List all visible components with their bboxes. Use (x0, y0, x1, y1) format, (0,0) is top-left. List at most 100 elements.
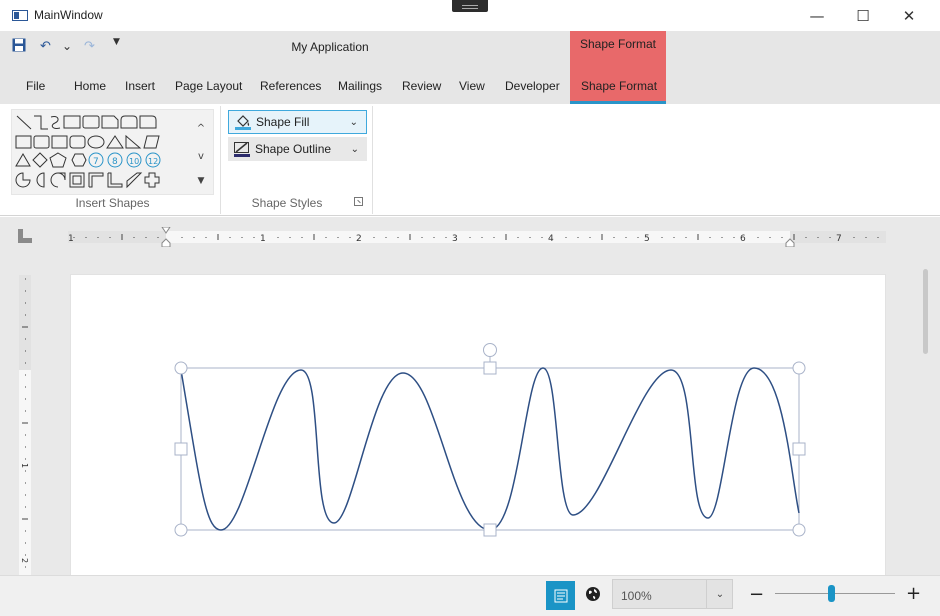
tab-insert[interactable]: Insert (125, 79, 155, 93)
rectangle-2-icon[interactable] (15, 135, 32, 149)
title-bar: MainWindow — ☐ ✕ (0, 0, 940, 31)
chevron-down-icon[interactable]: ⌄ (706, 580, 733, 608)
rectangle-3-icon[interactable] (51, 135, 68, 149)
tab-stop-selector-icon[interactable] (18, 229, 32, 243)
shape-outline-button[interactable]: Shape Outline ⌄ (228, 137, 367, 161)
ribbon-header: ↶ ⌄ ↷ ▼ My Application Shape Format File… (0, 31, 940, 104)
pen-outline-icon (233, 141, 251, 157)
insert-shapes-group-label: Insert Shapes (75, 196, 150, 210)
ruler-number: 2 (20, 558, 29, 563)
ruler-number: 7 (836, 234, 842, 244)
ruler-number: 1 (68, 234, 74, 244)
half-frame-icon[interactable] (88, 172, 104, 188)
round-corner-rectangle-icon[interactable] (120, 115, 138, 129)
resize-handle-top[interactable] (483, 361, 497, 375)
resize-handle-bottom-left[interactable] (174, 523, 188, 537)
tab-file[interactable]: File (26, 79, 45, 93)
tab-shape-format[interactable]: Shape Format (581, 79, 657, 93)
elbow-connector-icon[interactable] (34, 115, 48, 130)
parallelogram-icon[interactable] (143, 135, 160, 149)
shapes-gallery-icons: 7 8 10 12 (15, 115, 161, 189)
tab-developer[interactable]: Developer (505, 79, 560, 93)
ruler-number: 6 (740, 234, 746, 244)
vertical-scrollbar[interactable] (923, 269, 928, 354)
vertical-ruler[interactable]: 1 2 (15, 275, 35, 575)
zoom-slider-thumb[interactable] (827, 585, 835, 602)
tab-review[interactable]: Review (402, 79, 441, 93)
document-page[interactable] (70, 274, 886, 584)
shape-fill-button[interactable]: Shape Fill ⌄ (228, 110, 367, 134)
diagonal-stripe-icon[interactable] (126, 172, 143, 189)
gallery-scroll-up-button[interactable]: ^ (190, 119, 212, 137)
close-button[interactable]: ✕ (886, 0, 932, 31)
right-triangle-icon[interactable] (125, 134, 142, 149)
teardrop-icon[interactable] (50, 172, 66, 188)
triangle-icon[interactable] (106, 135, 124, 149)
window-title: MainWindow (34, 8, 103, 22)
resize-handle-right[interactable] (792, 442, 806, 456)
dodecagon-label: 12 (148, 157, 158, 166)
maximize-button[interactable]: ☐ (840, 0, 886, 31)
shape-fill-label: Shape Fill (256, 115, 310, 129)
zoom-out-button[interactable]: − (749, 584, 764, 605)
resize-handle-left[interactable] (174, 442, 188, 456)
oval-icon[interactable] (87, 135, 105, 149)
curved-connector-icon[interactable] (50, 116, 61, 129)
minimize-button[interactable]: — (794, 0, 840, 31)
tab-page-layout[interactable]: Page Layout (175, 79, 242, 93)
ruler-number: 1 (20, 463, 29, 468)
zoom-in-button[interactable]: + (906, 583, 921, 604)
snip-rectangle-icon[interactable] (101, 115, 119, 129)
horizontal-ruler[interactable]: 1 1 2 3 4 5 6 7 (68, 227, 886, 247)
rounded-rectangle-2-icon[interactable] (33, 135, 50, 149)
line-shape-icon[interactable] (16, 115, 32, 130)
tab-references[interactable]: References (260, 79, 321, 93)
tab-view[interactable]: View (459, 79, 485, 93)
rounded-rectangle-icon[interactable] (82, 115, 100, 129)
web-layout-button[interactable] (584, 585, 602, 603)
rounded-rectangle-3-icon[interactable] (69, 135, 86, 149)
decagon-label: 10 (129, 157, 139, 166)
print-layout-icon (554, 589, 567, 602)
tab-home[interactable]: Home (74, 79, 106, 93)
group-separator (372, 106, 373, 214)
chord-icon[interactable] (36, 172, 45, 188)
wave-curve[interactable] (180, 367, 800, 531)
rectangle-icon[interactable] (63, 115, 81, 129)
print-layout-button[interactable] (546, 581, 575, 610)
resize-handle-top-right[interactable] (792, 361, 806, 375)
group-separator (220, 106, 221, 214)
octagon-label: 8 (112, 157, 118, 167)
resize-handle-bottom[interactable] (483, 523, 497, 537)
plus-shape-icon[interactable] (144, 172, 160, 188)
rotate-handle-icon[interactable] (483, 343, 497, 357)
gallery-scroll-down-button[interactable]: v (190, 147, 212, 165)
dialog-launcher-icon[interactable] (354, 197, 363, 206)
ruler-number: 3 (452, 234, 458, 244)
l-shape-icon[interactable] (107, 172, 123, 188)
contextual-tab-group: Shape Format (570, 31, 666, 104)
gallery-more-button[interactable]: ▼ (190, 172, 212, 190)
zoom-value: 100% (621, 589, 652, 603)
ruler-number: 1 (260, 234, 266, 244)
chevron-down-icon: ⌄ (349, 116, 358, 128)
window-icon (12, 10, 28, 21)
chevron-down-icon: ⌄ (350, 143, 359, 155)
zoom-slider-track[interactable] (775, 593, 895, 594)
drag-handle[interactable] (452, 0, 488, 12)
freeform-shape[interactable] (71, 275, 887, 575)
frame-icon[interactable] (69, 172, 85, 188)
document-area: 1 1 2 3 4 5 6 7 1 2 (0, 217, 940, 584)
round-diagonal-rectangle-icon[interactable] (139, 115, 157, 129)
hexagon-icon[interactable] (71, 153, 87, 167)
pentagon-icon[interactable] (49, 152, 67, 168)
resize-handle-top-left[interactable] (174, 361, 188, 375)
globe-icon (586, 587, 600, 601)
pie-icon[interactable] (15, 172, 31, 188)
resize-handle-bottom-right[interactable] (792, 523, 806, 537)
tab-mailings[interactable]: Mailings (338, 79, 382, 93)
ruler-number: 2 (356, 234, 362, 244)
zoom-combobox[interactable]: 100% ⌄ (612, 579, 733, 609)
triangle-2-icon[interactable] (15, 153, 31, 167)
diamond-icon[interactable] (32, 152, 48, 168)
